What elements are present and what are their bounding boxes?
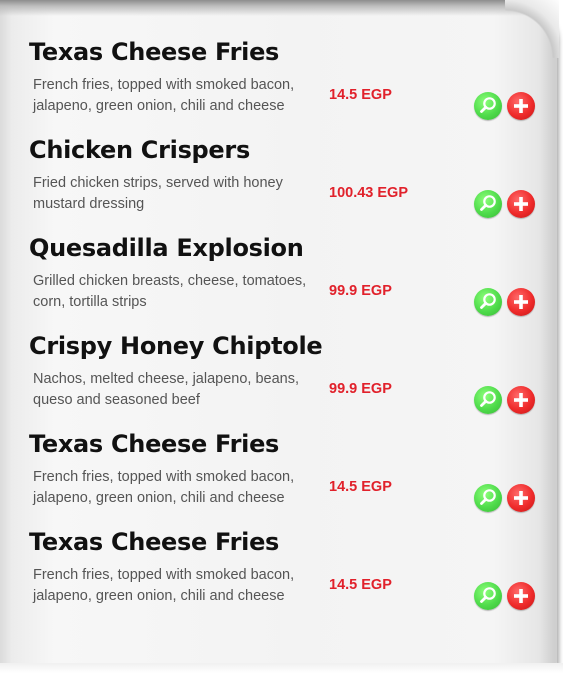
- add-item-button[interactable]: [507, 190, 535, 218]
- menu-item: Crispy Honey Chiptole Nachos, melted che…: [0, 331, 563, 429]
- plus-icon: [514, 197, 528, 211]
- item-price: 99.9 EGP: [329, 283, 392, 299]
- magnifier-icon: [480, 587, 496, 603]
- item-description: French fries, topped with smoked bacon, …: [33, 469, 295, 506]
- view-item-button[interactable]: [474, 92, 502, 120]
- item-description: Nachos, melted cheese, jalapeno, beans, …: [33, 371, 300, 408]
- add-item-button[interactable]: [507, 288, 535, 316]
- item-title: Quesadilla Explosion: [29, 234, 304, 262]
- plus-icon: [514, 589, 528, 603]
- item-description: Grilled chicken breasts, cheese, tomatoe…: [33, 273, 307, 310]
- menu-item: Chicken Crispers Fried chicken strips, s…: [0, 135, 563, 233]
- add-item-button[interactable]: [507, 484, 535, 512]
- view-item-button[interactable]: [474, 288, 502, 316]
- bottom-strip: [0, 663, 563, 673]
- menu-item: Texas Cheese Fries French fries, topped …: [0, 429, 563, 527]
- view-item-button[interactable]: [474, 386, 502, 414]
- magnifier-icon: [480, 391, 496, 407]
- item-price: 14.5 EGP: [329, 87, 392, 103]
- add-item-button[interactable]: [507, 582, 535, 610]
- add-item-button[interactable]: [507, 92, 535, 120]
- item-price: 99.9 EGP: [329, 381, 392, 397]
- view-item-button[interactable]: [474, 190, 502, 218]
- item-description: French fries, topped with smoked bacon, …: [33, 567, 295, 604]
- magnifier-icon: [480, 293, 496, 309]
- view-item-button[interactable]: [474, 484, 502, 512]
- menu-item: Texas Cheese Fries French fries, topped …: [0, 527, 563, 625]
- magnifier-icon: [480, 97, 496, 113]
- menu-page: Texas Cheese Fries French fries, topped …: [0, 0, 563, 673]
- item-title: Texas Cheese Fries: [29, 430, 280, 458]
- item-title: Texas Cheese Fries: [29, 38, 280, 66]
- menu-item: Quesadilla Explosion Grilled chicken bre…: [0, 233, 563, 331]
- item-title: Texas Cheese Fries: [29, 528, 280, 556]
- item-description: Fried chicken strips, served with honey …: [33, 175, 283, 212]
- item-title: Chicken Crispers: [29, 136, 250, 164]
- item-price: 14.5 EGP: [329, 479, 392, 495]
- view-item-button[interactable]: [474, 582, 502, 610]
- magnifier-icon: [480, 195, 496, 211]
- item-description: French fries, topped with smoked bacon, …: [33, 77, 295, 114]
- magnifier-icon: [480, 489, 496, 505]
- item-title: Crispy Honey Chiptole: [29, 332, 323, 360]
- add-item-button[interactable]: [507, 386, 535, 414]
- plus-icon: [514, 99, 528, 113]
- item-price: 100.43 EGP: [329, 185, 408, 201]
- sheet-top-shadow: [0, 0, 557, 16]
- plus-icon: [514, 393, 528, 407]
- plus-icon: [514, 295, 528, 309]
- item-price: 14.5 EGP: [329, 577, 392, 593]
- menu-item: Texas Cheese Fries French fries, topped …: [0, 37, 563, 135]
- plus-icon: [514, 491, 528, 505]
